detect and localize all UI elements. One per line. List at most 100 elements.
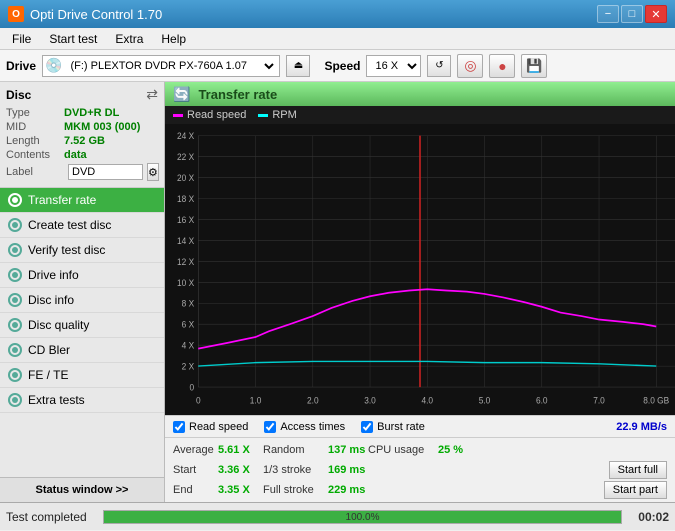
svg-text:0: 0: [190, 382, 195, 393]
start-part-button[interactable]: Start part: [604, 481, 667, 499]
access-times-checkbox[interactable]: [264, 421, 276, 433]
svg-text:12 X: 12 X: [177, 256, 194, 267]
menu-file[interactable]: File: [4, 30, 39, 48]
full-stroke-label: Full stroke: [263, 484, 328, 496]
end-value: 3.35 X: [218, 484, 263, 496]
cpu-label: CPU usage: [368, 444, 438, 456]
menu-start-test[interactable]: Start test: [41, 30, 105, 48]
access-times-checkbox-text: Access times: [280, 421, 345, 433]
legend-rpm: RPM: [258, 109, 296, 121]
start-full-button[interactable]: Start full: [609, 461, 667, 479]
average-value: 5.61 X: [218, 444, 263, 456]
chart-area: 24 X 22 X 20 X 18 X 16 X 14 X 12 X 10 X …: [165, 124, 675, 415]
nav-circle-create-test-disc: [8, 218, 22, 232]
progress-text: 100.0%: [104, 511, 622, 525]
nav-item-disc-quality[interactable]: Disc quality: [0, 313, 164, 338]
stats-bar: Average 5.61 X Random 137 ms CPU usage 2…: [165, 437, 675, 502]
eject-button[interactable]: ⏏: [286, 55, 310, 77]
read-speed-checkbox[interactable]: [173, 421, 185, 433]
svg-text:14 X: 14 X: [177, 235, 194, 246]
nav-label-drive-info: Drive info: [28, 268, 79, 282]
stroke-1-3-label: 1/3 stroke: [263, 464, 328, 476]
svg-text:6 X: 6 X: [182, 319, 195, 330]
svg-text:4 X: 4 X: [182, 340, 195, 351]
right-panel: 🔄 Transfer rate Read speed RPM: [165, 82, 675, 502]
status-window-label: Status window >>: [36, 484, 129, 496]
nav-circle-verify-test-disc: [8, 243, 22, 257]
bottom-bar: Test completed 100.0% 00:02: [0, 502, 675, 530]
nav-label-verify-test-disc: Verify test disc: [28, 243, 105, 257]
disc-section: Disc ⇄ Type DVD+R DL MID MKM 003 (000) L…: [0, 82, 164, 188]
drive-bar: Drive 💿 (F:) PLEXTOR DVDR PX-760A 1.07 ⏏…: [0, 50, 675, 82]
speed-select[interactable]: 16 X Max 1 X 2 X 4 X 8 X: [366, 55, 421, 77]
legend-pink-dot: [173, 114, 183, 117]
nav-label-disc-info: Disc info: [28, 293, 74, 307]
refresh-button[interactable]: ↺: [427, 55, 451, 77]
start-value: 3.36 X: [218, 464, 263, 476]
nav-label-create-test-disc: Create test disc: [28, 218, 111, 232]
menu-extra[interactable]: Extra: [107, 30, 151, 48]
nav-item-disc-info[interactable]: Disc info: [0, 288, 164, 313]
nav-item-drive-info[interactable]: Drive info: [0, 263, 164, 288]
type-value: DVD+R DL: [64, 107, 119, 119]
burn-button[interactable]: ●: [489, 54, 515, 78]
legend-rpm-label: RPM: [272, 109, 296, 121]
svg-text:20 X: 20 X: [177, 173, 194, 184]
svg-text:22 X: 22 X: [177, 152, 194, 163]
contents-value: data: [64, 149, 87, 161]
chart-icon: 🔄: [173, 86, 190, 103]
burst-rate-checkbox[interactable]: [361, 421, 373, 433]
status-window-button[interactable]: Status window >>: [0, 477, 164, 502]
maximize-button[interactable]: □: [621, 5, 643, 23]
left-panel: Disc ⇄ Type DVD+R DL MID MKM 003 (000) L…: [0, 82, 165, 502]
legend-cyan-dot: [258, 114, 268, 117]
stats-row-2: Start 3.36 X 1/3 stroke 169 ms Start ful…: [173, 460, 667, 480]
burst-rate-value: 22.9 MB/s: [616, 421, 667, 433]
label-input[interactable]: [68, 164, 143, 180]
legend-read-speed: Read speed: [173, 109, 246, 121]
disc-expand-icon[interactable]: ⇄: [146, 86, 158, 103]
menu-help[interactable]: Help: [153, 30, 194, 48]
stroke-1-3-value: 169 ms: [328, 464, 368, 476]
drive-label: Drive: [6, 59, 36, 73]
nav-items: Transfer rate Create test disc Verify test…: [0, 188, 164, 413]
nav-circle-extra-tests: [8, 393, 22, 407]
nav-circle-disc-quality: [8, 318, 22, 332]
burst-rate-checkbox-label[interactable]: Burst rate: [361, 421, 425, 433]
length-value: 7.52 GB: [64, 135, 105, 147]
svg-text:2.0: 2.0: [307, 395, 319, 406]
nav-item-verify-test-disc[interactable]: Verify test disc: [0, 238, 164, 263]
menu-bar: File Start test Extra Help: [0, 28, 675, 50]
burst-rate-checkbox-text: Burst rate: [377, 421, 425, 433]
nav-circle-transfer-rate: [8, 193, 22, 207]
minimize-button[interactable]: −: [597, 5, 619, 23]
svg-text:24 X: 24 X: [177, 131, 194, 142]
stats-row-1: Average 5.61 X Random 137 ms CPU usage 2…: [173, 440, 667, 460]
svg-text:2 X: 2 X: [182, 361, 195, 372]
nav-item-fe-te[interactable]: FE / TE: [0, 363, 164, 388]
average-label: Average: [173, 444, 218, 456]
access-times-checkbox-label[interactable]: Access times: [264, 421, 345, 433]
drive-select[interactable]: (F:) PLEXTOR DVDR PX-760A 1.07: [62, 55, 277, 77]
save-button[interactable]: 💾: [521, 54, 547, 78]
nav-circle-drive-info: [8, 268, 22, 282]
read-speed-checkbox-label[interactable]: Read speed: [173, 421, 248, 433]
label-label: Label: [6, 166, 64, 178]
mid-label: MID: [6, 121, 64, 133]
read-speed-checkbox-text: Read speed: [189, 421, 248, 433]
label-settings-button[interactable]: ⚙: [147, 163, 159, 181]
nav-item-create-test-disc[interactable]: Create test disc: [0, 213, 164, 238]
svg-text:1.0: 1.0: [250, 395, 262, 406]
legend-read-speed-label: Read speed: [187, 109, 246, 121]
erase-button[interactable]: ◎: [457, 54, 483, 78]
svg-text:0: 0: [196, 395, 201, 406]
nav-item-extra-tests[interactable]: Extra tests: [0, 388, 164, 413]
start-label: Start: [173, 464, 218, 476]
nav-item-cd-bler[interactable]: CD Bler: [0, 338, 164, 363]
contents-label: Contents: [6, 149, 64, 161]
full-stroke-value: 229 ms: [328, 484, 368, 496]
svg-text:8 X: 8 X: [182, 298, 195, 309]
close-button[interactable]: ✕: [645, 5, 667, 23]
svg-text:7.0: 7.0: [593, 395, 605, 406]
nav-item-transfer-rate[interactable]: Transfer rate: [0, 188, 164, 213]
